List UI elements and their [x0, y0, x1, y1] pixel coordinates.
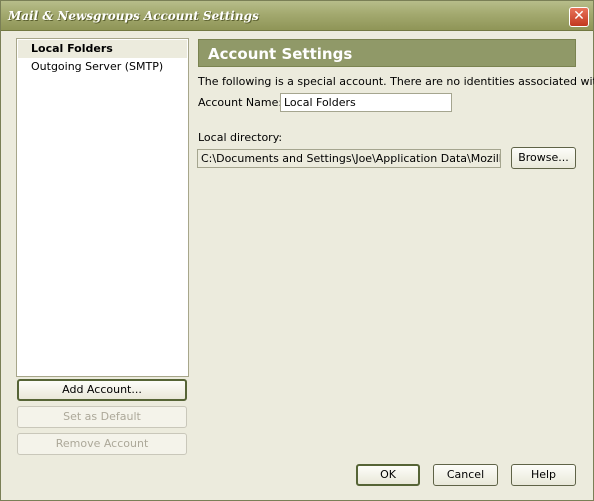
panel-header: Account Settings [198, 39, 576, 67]
remove-account-label: Remove Account [55, 437, 149, 450]
account-tree[interactable]: Local Folders Outgoing Server (SMTP) [16, 38, 189, 377]
close-button[interactable]: ✕ [569, 7, 589, 27]
browse-label: Browse... [518, 151, 569, 164]
add-account-button[interactable]: Add Account... [17, 379, 187, 401]
help-label: Help [530, 468, 557, 481]
tree-item-label: Outgoing Server (SMTP) [31, 60, 164, 73]
help-button[interactable]: Help [511, 464, 576, 486]
ok-label: OK [380, 468, 396, 481]
local-directory-label: Local directory: [198, 131, 283, 144]
account-settings-window: Mail & Newsgroups Account Settings ✕ Loc… [0, 0, 594, 501]
cancel-label: Cancel [446, 468, 485, 481]
panel-title: Account Settings [208, 45, 353, 63]
tree-item-local-folders[interactable]: Local Folders [18, 40, 187, 58]
set-as-default-button[interactable]: Set as Default [17, 406, 187, 428]
ok-button[interactable]: OK [356, 464, 420, 486]
special-account-note: The following is a special account. Ther… [198, 75, 594, 88]
add-account-label: Add Account... [62, 383, 142, 396]
local-directory-value: C:\Documents and Settings\Joe\Applicatio… [201, 152, 500, 165]
account-name-value: Local Folders [284, 96, 356, 109]
tree-item-outgoing-server[interactable]: Outgoing Server (SMTP) [18, 58, 187, 76]
title-bar[interactable]: Mail & Newsgroups Account Settings ✕ [1, 1, 593, 31]
account-name-input[interactable]: Local Folders [280, 93, 452, 112]
browse-button[interactable]: Browse... [511, 147, 576, 169]
remove-account-button[interactable]: Remove Account [17, 433, 187, 455]
tree-item-label: Local Folders [31, 42, 113, 55]
cancel-button[interactable]: Cancel [433, 464, 498, 486]
window-title: Mail & Newsgroups Account Settings [8, 9, 259, 23]
account-name-label: Account Name: [198, 96, 283, 109]
set-as-default-label: Set as Default [63, 410, 141, 423]
local-directory-input[interactable]: C:\Documents and Settings\Joe\Applicatio… [197, 149, 501, 168]
close-icon: ✕ [573, 8, 585, 24]
